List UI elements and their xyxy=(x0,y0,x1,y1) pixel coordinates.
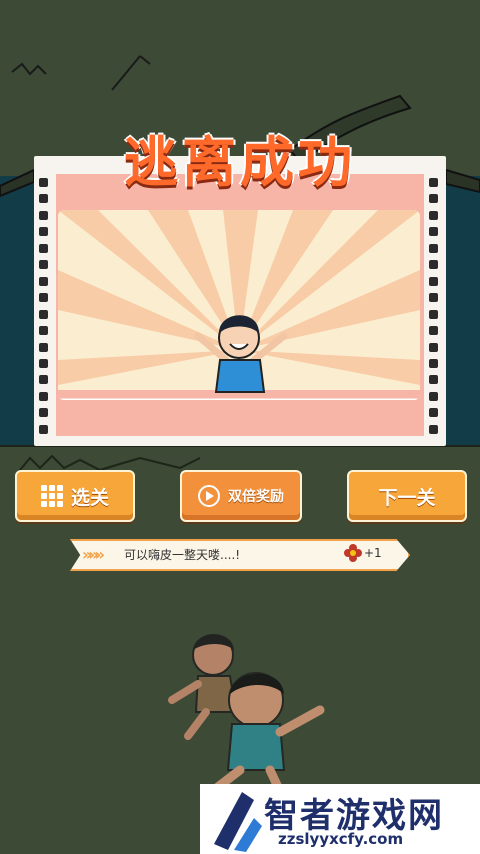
play-icon xyxy=(198,485,220,507)
celebration-panel xyxy=(58,210,420,400)
next-level-label: 下一关 xyxy=(378,486,436,509)
next-level-button[interactable]: 下一关 xyxy=(347,470,467,522)
flower-icon xyxy=(344,544,362,562)
reward-count: +1 xyxy=(364,546,382,560)
kid2-arm xyxy=(275,705,325,737)
running-kids xyxy=(168,634,325,805)
kid1-leg xyxy=(184,708,210,740)
grass-tuft xyxy=(19,454,201,472)
kid1-arm xyxy=(168,680,202,704)
grid-icon xyxy=(40,485,63,507)
top-twig-2 xyxy=(139,55,151,65)
film-holes-left xyxy=(39,178,51,434)
kid2-body xyxy=(226,723,286,771)
watermark-url: zzslyyxcfy.com xyxy=(278,830,404,848)
film-holes-right xyxy=(429,178,441,434)
message-banner: »»» 可以嗨皮一整天喽....! +1 xyxy=(70,539,410,571)
top-twig xyxy=(111,55,141,91)
double-reward-label: 双倍奖励 xyxy=(228,489,284,505)
double-reward-button[interactable]: 双倍奖励 xyxy=(180,470,302,522)
sunburst xyxy=(58,210,420,400)
right-teal xyxy=(446,176,480,446)
select-level-button[interactable]: 选关 xyxy=(15,470,135,522)
kid-shirt xyxy=(214,359,266,393)
game-scene: 逃离成功 选关 双倍奖励 下一关 »»» 可以嗨皮一整天喽....! +1 智者… xyxy=(0,0,480,854)
result-title: 逃离成功 xyxy=(124,131,356,194)
select-level-label: 选关 xyxy=(70,486,109,509)
chevron-icon: »»» xyxy=(82,545,105,564)
watermark-logo xyxy=(214,792,262,852)
left-teal xyxy=(0,176,34,446)
watermark: 智者游戏网 zzslyyxcfy.com xyxy=(200,784,480,854)
banner-text: 可以嗨皮一整天喽....! xyxy=(124,548,241,562)
top-grass xyxy=(11,62,47,76)
